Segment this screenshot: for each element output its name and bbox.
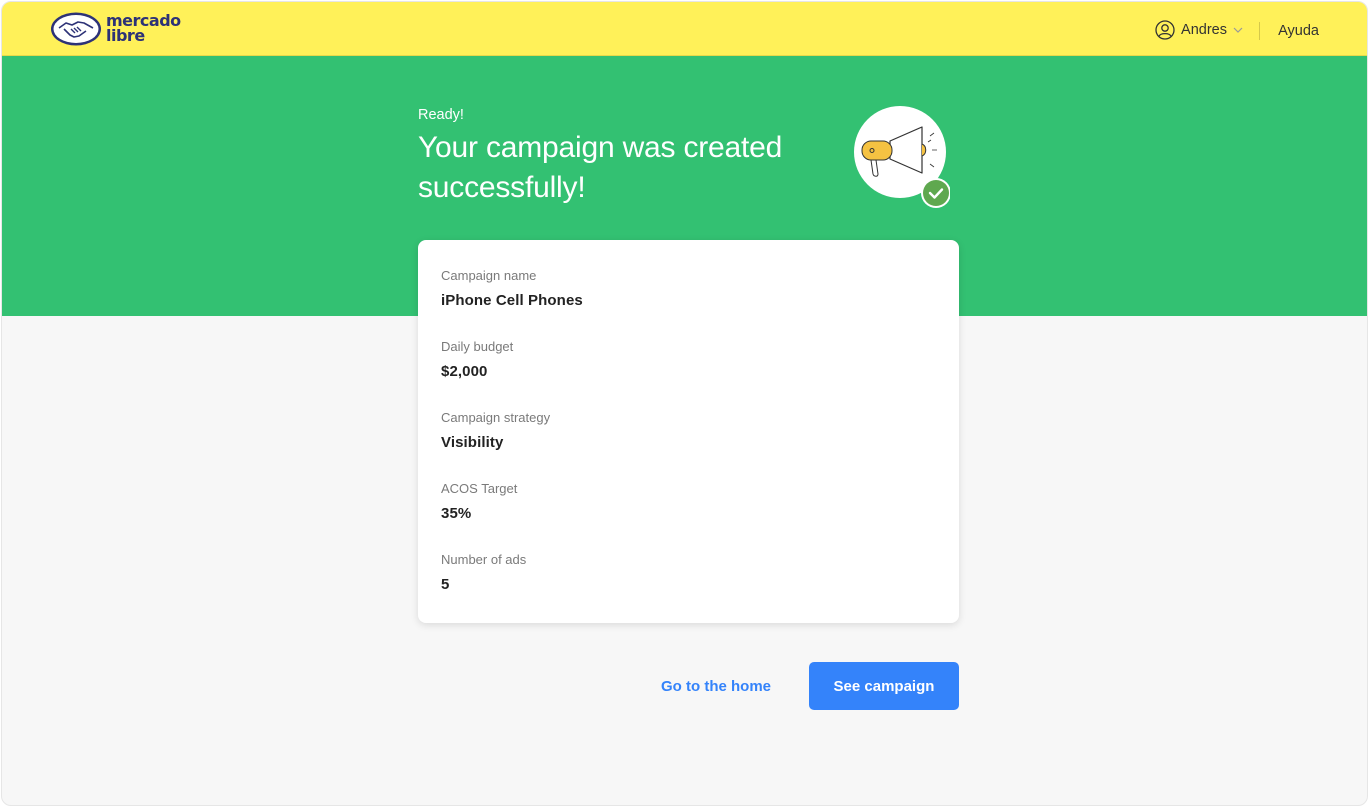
- user-circle-icon: [1155, 20, 1175, 40]
- top-header: mercado libre Andres Ayuda: [2, 2, 1367, 56]
- field-value: $2,000: [441, 363, 488, 380]
- field-label: Campaign strategy: [441, 410, 551, 425]
- field-label: Number of ads: [441, 552, 527, 567]
- campaign-summary-card: Campaign name iPhone Cell Phones Daily b…: [418, 240, 959, 623]
- help-link[interactable]: Ayuda: [1278, 23, 1319, 39]
- go-home-link[interactable]: Go to the home: [661, 678, 771, 695]
- header-divider: [1259, 22, 1260, 40]
- campaign-illustration: [854, 106, 951, 210]
- logo-text-line2: libre: [106, 26, 145, 45]
- mercado-libre-logo[interactable]: mercado libre: [50, 11, 190, 47]
- field-value: Visibility: [441, 434, 504, 451]
- field-label: Daily budget: [441, 339, 514, 354]
- user-name: Andres: [1181, 22, 1227, 38]
- field-acos-target: ACOS Target 35%: [441, 481, 517, 522]
- handshake-logo-icon: [51, 12, 101, 46]
- user-menu[interactable]: Andres: [1155, 20, 1243, 40]
- hero-eyebrow: Ready!: [418, 107, 464, 123]
- field-label: ACOS Target: [441, 481, 518, 496]
- field-number-of-ads: Number of ads 5: [441, 552, 526, 593]
- field-daily-budget: Daily budget $2,000: [441, 339, 513, 380]
- logo-text: mercado libre: [106, 13, 181, 45]
- megaphone-icon: [854, 106, 951, 208]
- field-label: Campaign name: [441, 268, 537, 283]
- field-value: 5: [441, 576, 450, 593]
- see-campaign-button[interactable]: See campaign: [809, 662, 959, 710]
- field-value: 35%: [441, 505, 472, 522]
- field-value: iPhone Cell Phones: [441, 292, 583, 309]
- hero-title: Your campaign was created successfully!: [418, 131, 783, 204]
- check-badge: [923, 180, 949, 206]
- app-frame: mercado libre Andres Ayuda Ready! Your c…: [1, 1, 1368, 806]
- field-campaign-name: Campaign name iPhone Cell Phones: [441, 268, 583, 309]
- field-campaign-strategy: Campaign strategy Visibility: [441, 410, 550, 451]
- chevron-down-icon: [1233, 27, 1243, 33]
